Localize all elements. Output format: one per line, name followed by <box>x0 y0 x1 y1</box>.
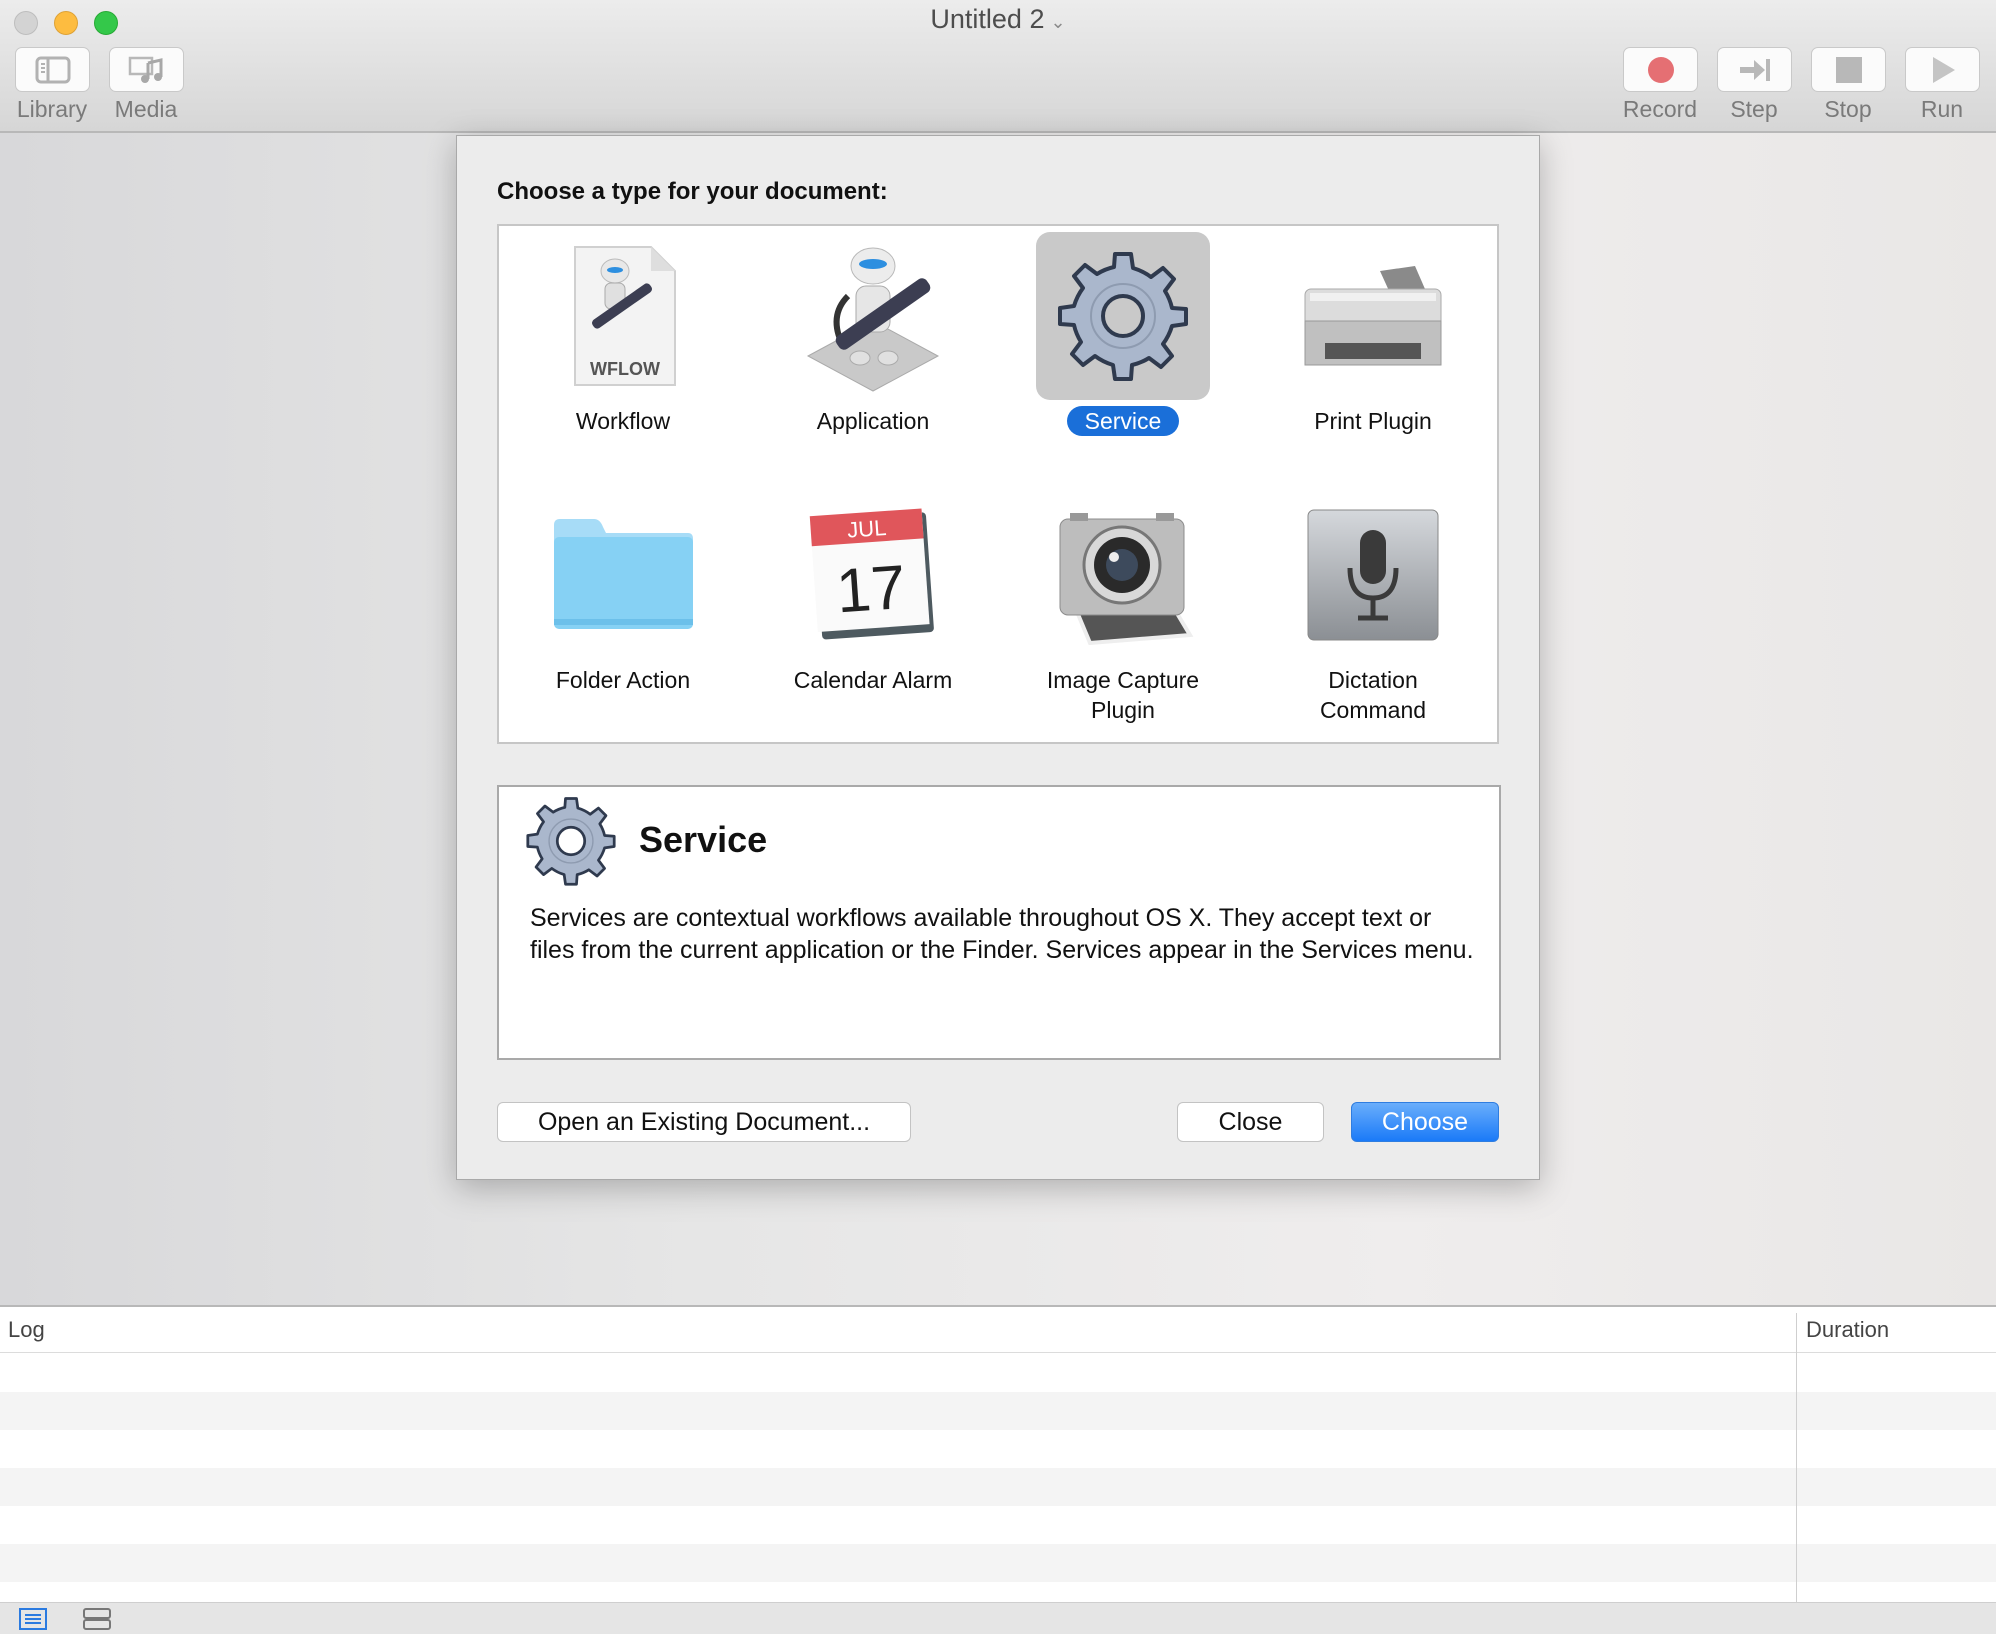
bottom-bar <box>0 1602 1996 1634</box>
library-label: Library <box>16 96 88 122</box>
stop-button[interactable] <box>1811 47 1886 92</box>
workflow-file-icon: WFLOW <box>574 246 676 386</box>
type-calendar-alarm[interactable]: JUL 17 Calendar Alarm <box>748 491 998 695</box>
record-icon <box>1647 56 1674 83</box>
calendar-day: 17 <box>834 553 908 627</box>
log-header: Log Duration <box>0 1307 1996 1353</box>
type-folder-action[interactable]: Folder Action <box>498 491 748 695</box>
camera-icon <box>1059 513 1194 645</box>
automator-robot-icon <box>806 247 940 392</box>
log-panel: Log Duration <box>0 1305 1996 1603</box>
type-print-plugin[interactable]: Print Plugin <box>1248 232 1498 436</box>
record-button[interactable] <box>1623 47 1698 92</box>
printer-icon <box>1304 266 1442 366</box>
log-row <box>0 1468 1996 1506</box>
step-label: Step <box>1730 96 1778 122</box>
type-label: Print Plugin <box>1314 408 1432 434</box>
log-row <box>0 1544 1996 1582</box>
calendar-icon: JUL 17 <box>809 508 934 640</box>
stop-label: Stop <box>1824 96 1872 122</box>
duration-column-header[interactable]: Duration <box>1806 1317 1889 1343</box>
media-icon <box>128 56 162 83</box>
step-icon <box>1739 58 1770 81</box>
type-label: Workflow <box>575 408 671 434</box>
window-title[interactable]: Untitled 2 ⌄ <box>0 4 1996 35</box>
library-button[interactable] <box>15 47 90 92</box>
record-label: Record <box>1622 96 1698 122</box>
type-label: Image Capture Plugin <box>1046 667 1200 723</box>
microphone-icon <box>1307 509 1439 641</box>
type-label: Service <box>1066 406 1180 436</box>
run-button[interactable] <box>1905 47 1980 92</box>
library-sidebar-icon <box>35 56 70 83</box>
title-bar: Untitled 2 ⌄ Library Media Record Step St… <box>0 0 1996 133</box>
description-title: Service <box>639 819 768 860</box>
gear-icon <box>526 797 616 886</box>
log-column-header[interactable]: Log <box>8 1317 45 1343</box>
window-title-text: Untitled 2 <box>930 4 1045 34</box>
list-view-icon[interactable] <box>18 1607 48 1631</box>
type-service[interactable]: Service <box>998 232 1248 436</box>
type-image-capture-plugin[interactable]: Image Capture Plugin <box>998 491 1248 725</box>
split-view-icon[interactable] <box>82 1607 112 1631</box>
workflow-badge: WFLOW <box>590 359 660 379</box>
step-button[interactable] <box>1717 47 1792 92</box>
run-icon <box>1932 56 1955 83</box>
choose-button[interactable]: Choose <box>1351 1102 1499 1142</box>
folder-icon <box>554 519 693 629</box>
stop-icon <box>1835 56 1862 83</box>
calendar-month: JUL <box>846 515 887 543</box>
type-application[interactable]: Application <box>748 232 998 436</box>
description-panel: Service Services are contextual workflow… <box>497 785 1501 1060</box>
type-label: Application <box>816 408 930 434</box>
type-workflow[interactable]: WFLOW Workflow <box>498 232 748 436</box>
dialog-heading: Choose a type for your document: <box>497 178 888 205</box>
type-dictation-command[interactable]: Dictation Command <box>1248 491 1498 725</box>
column-divider[interactable] <box>1796 1313 1797 1603</box>
description-text: Services are contextual workflows availa… <box>530 904 1474 964</box>
type-label: Calendar Alarm <box>793 667 953 693</box>
media-label: Media <box>114 96 178 122</box>
run-label: Run <box>1920 96 1964 122</box>
gear-icon <box>1058 252 1188 381</box>
type-label: Folder Action <box>555 667 691 693</box>
open-existing-document-button[interactable]: Open an Existing Document... <box>497 1102 911 1142</box>
document-type-dialog: Choose a type for your document: WFLOW W… <box>456 135 1540 1180</box>
close-button[interactable]: Close <box>1177 1102 1324 1142</box>
type-label: Dictation Command <box>1319 667 1427 723</box>
document-type-grid: WFLOW Workflow Application Service Print… <box>497 224 1499 744</box>
log-row <box>0 1392 1996 1430</box>
chevron-down-icon: ⌄ <box>1050 12 1066 32</box>
media-button[interactable] <box>109 47 184 92</box>
